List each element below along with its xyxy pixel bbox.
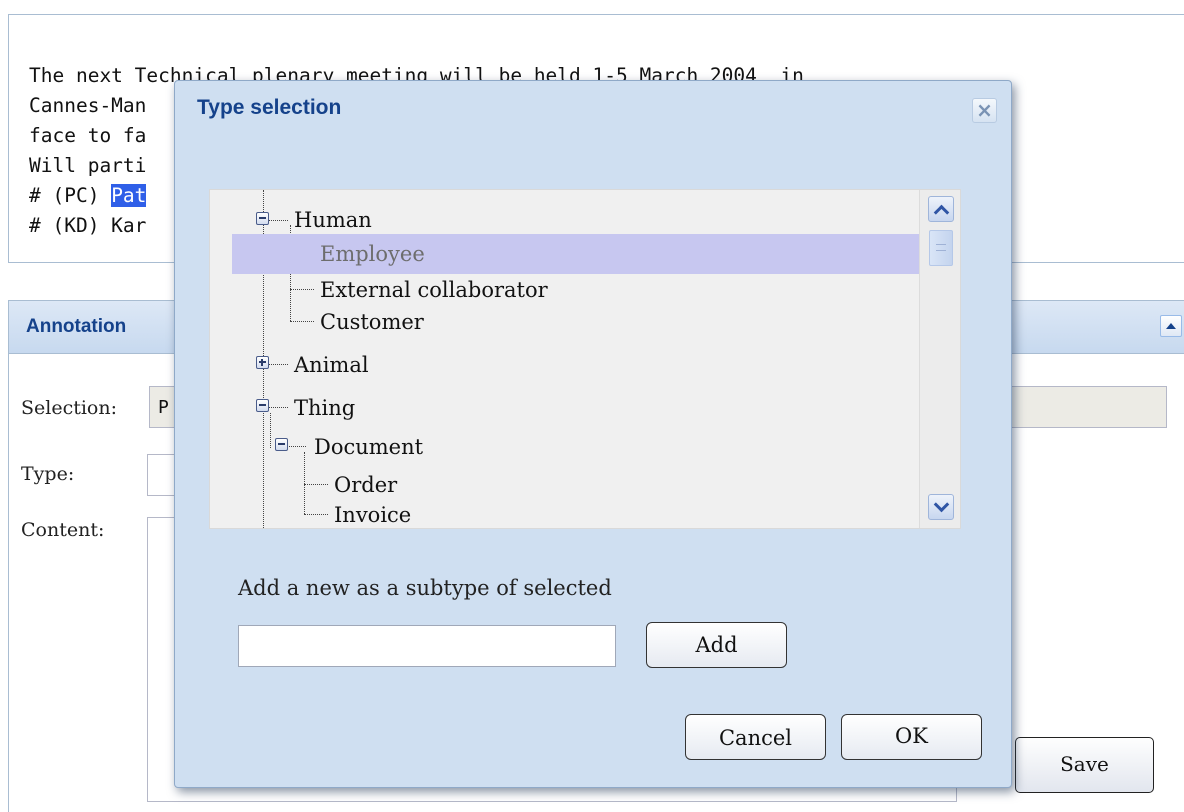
dialog-title: Type selection [197,96,342,119]
minus-box-icon[interactable] [275,438,288,451]
tree-connector-line [290,321,314,322]
selection-value: P [158,397,169,418]
cancel-button[interactable]: Cancel [685,714,826,760]
chevron-down-icon[interactable] [928,494,954,520]
selection-label: Selection: [21,397,118,419]
content-label: Content: [21,519,105,541]
tree-item-customer[interactable]: Customer [320,310,424,334]
tree-item-external-collaborator[interactable]: External collaborator [320,278,548,302]
chevron-up-icon[interactable] [928,196,954,222]
tree-connector-line [268,364,288,365]
tree-item-invoice[interactable]: Invoice [334,503,411,527]
tree-item-animal[interactable]: Animal [294,353,369,377]
minus-box-icon[interactable] [256,212,269,225]
scrollbar-thumb[interactable] [929,230,953,266]
close-icon[interactable]: × [972,98,997,123]
tree-connector-line [290,289,314,290]
tree-connector-line [268,220,288,221]
add-button[interactable]: Add [646,622,787,668]
document-line-2: Cannes-Man [29,94,147,117]
plus-box-icon[interactable] [256,356,269,369]
tree-item-employee[interactable]: Employee [320,242,425,266]
document-line-3: face to fa [29,124,147,147]
tree-scrollbar[interactable] [919,190,960,528]
add-subtype-label: Add a new as a subtype of selected [238,576,612,600]
tree-item-human[interactable]: Human [294,208,372,232]
type-selection-dialog: Type selection × Human Employee External… [174,80,1012,788]
save-button[interactable]: Save [1015,737,1154,793]
collapse-icon[interactable] [1160,315,1182,337]
ok-button[interactable]: OK [841,714,982,760]
tree-connector-line [304,484,328,485]
type-tree: Human Employee External collaborator Cus… [209,189,961,529]
document-line-4: Will parti [29,154,147,177]
tree-item-order[interactable]: Order [334,473,397,497]
tree-connector-line [304,452,305,514]
document-line-5: # (PC) Pat [29,184,147,208]
type-label: Type: [21,463,75,485]
tree-connector-line [268,407,288,408]
tree-item-thing[interactable]: Thing [294,396,355,420]
tree-connector-line [270,413,271,448]
minus-box-icon[interactable] [256,399,269,412]
highlighted-selection[interactable]: Pat [111,184,147,207]
tree-connector-line [304,514,328,515]
document-line-6: # (KD) Kar [29,214,147,237]
tree-item-document[interactable]: Document [314,435,423,459]
new-type-input[interactable] [238,625,616,667]
annotation-title: Annotation [26,316,127,337]
document-line-5-prefix: # (PC) [29,184,112,207]
